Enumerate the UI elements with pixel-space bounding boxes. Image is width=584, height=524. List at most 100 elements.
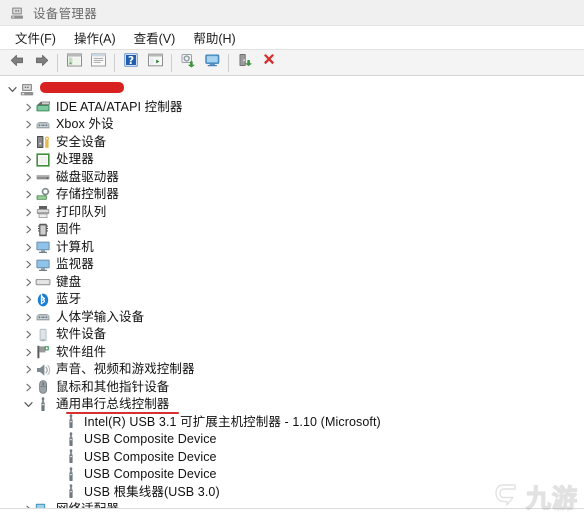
toolbar-forward[interactable] — [30, 52, 52, 74]
device-manager-icon — [9, 5, 25, 21]
tree-item-sound-video-game[interactable]: 声音、视频和游戏控制器 — [0, 361, 584, 379]
menu-action[interactable]: 操作(A) — [67, 25, 123, 50]
tree-item-firmware[interactable]: 固件 — [0, 221, 584, 239]
tree-item-label: 鼠标和其他指针设备 — [56, 379, 170, 394]
chevron-right-icon[interactable] — [22, 344, 35, 361]
tree-item-processor[interactable]: 处理器 — [0, 151, 584, 169]
storage-controller-icon — [35, 187, 51, 203]
tree-item-label: 人体学输入设备 — [56, 309, 145, 324]
tree-item-xbox-peripheral[interactable]: Xbox 外设 — [0, 116, 584, 134]
toolbar-properties[interactable] — [87, 52, 109, 74]
sound-video-game-icon — [35, 362, 51, 378]
chevron-right-icon[interactable] — [22, 186, 35, 203]
tree-item-usb-device[interactable]: USB Composite Device — [0, 449, 584, 467]
chevron-right-icon[interactable] — [22, 361, 35, 378]
annotation-redaction-bar — [40, 82, 124, 93]
toolbar-display-devices[interactable] — [144, 52, 166, 74]
chevron-down-icon[interactable] — [22, 396, 35, 413]
tree-item-software-device[interactable]: 软件设备 — [0, 326, 584, 344]
tree-item-label: USB Composite Device — [84, 449, 217, 464]
toolbar-uninstall-device[interactable] — [258, 52, 280, 74]
tree-item-bluetooth[interactable]: 蓝牙 — [0, 291, 584, 309]
chevron-down-icon[interactable] — [6, 81, 19, 98]
chevron-right-icon[interactable] — [22, 204, 35, 221]
scan-hardware-changes-icon — [180, 52, 197, 73]
tree-item-label: 固件 — [56, 222, 82, 237]
tree-item-label: 处理器 — [56, 152, 94, 167]
print-queue-icon — [35, 204, 51, 220]
device-tree[interactable]: IDE ATA/ATAPI 控制器 Xbox 外设 安全设备 处理器 磁盘驱动器… — [0, 77, 584, 508]
toolbar-update-driver[interactable] — [201, 52, 223, 74]
chevron-right-icon[interactable] — [22, 291, 35, 308]
computer-icon — [35, 239, 51, 255]
toolbar-separator — [228, 53, 229, 72]
chevron-right-icon[interactable] — [22, 116, 35, 133]
tree-item-label: USB 根集线器(USB 3.0) — [84, 484, 220, 499]
tree-item-network-adapter[interactable]: 网络适配器 — [0, 501, 584, 508]
tree-item-keyboard[interactable]: 键盘 — [0, 274, 584, 292]
chevron-right-icon[interactable] — [22, 169, 35, 186]
menu-view[interactable]: 查看(V) — [127, 25, 183, 50]
tree-item-usb-controller[interactable]: 通用串行总线控制器 — [0, 396, 584, 414]
show-hide-console-tree-icon — [66, 52, 83, 73]
chevron-right-icon[interactable] — [22, 256, 35, 273]
computer-root-icon — [19, 82, 35, 98]
window-title: 设备管理器 — [33, 7, 98, 21]
toolbar-separator — [57, 53, 58, 72]
security-device-icon — [35, 134, 51, 150]
toolbar-scan-changes[interactable] — [177, 52, 199, 74]
chevron-right-icon[interactable] — [22, 274, 35, 291]
tree-item-label: 计算机 — [56, 239, 94, 254]
software-component-icon — [35, 344, 51, 360]
tree-item-monitor[interactable]: 监视器 — [0, 256, 584, 274]
tree-item-label: 监视器 — [56, 257, 94, 272]
tree-item-hid[interactable]: 人体学输入设备 — [0, 309, 584, 327]
chevron-right-icon[interactable] — [22, 239, 35, 256]
chevron-right-icon[interactable] — [22, 134, 35, 151]
toolbar-help[interactable]: ? — [120, 52, 142, 74]
tree-item-usb-device[interactable]: USB Composite Device — [0, 466, 584, 484]
tree-item-ide-controller[interactable]: IDE ATA/ATAPI 控制器 — [0, 99, 584, 117]
tree-item-mouse[interactable]: 鼠标和其他指针设备 — [0, 379, 584, 397]
monitor-icon — [35, 257, 51, 273]
status-bar — [0, 508, 584, 524]
firmware-icon — [35, 222, 51, 238]
xbox-peripheral-icon — [35, 117, 51, 133]
tree-item-usb-root-hub[interactable]: USB 根集线器(USB 3.0) — [0, 484, 584, 502]
tree-item-computer[interactable]: 计算机 — [0, 239, 584, 257]
chevron-right-icon[interactable] — [22, 221, 35, 238]
hid-icon — [35, 309, 51, 325]
usb-device-icon — [63, 449, 79, 465]
tree-item-label: Intel(R) USB 3.1 可扩展主机控制器 - 1.10 (Micros… — [84, 414, 381, 429]
menu-help[interactable]: 帮助(H) — [186, 25, 242, 50]
tree-item-disk-drive[interactable]: 磁盘驱动器 — [0, 169, 584, 187]
tree-item-software-component[interactable]: 软件组件 — [0, 344, 584, 362]
chevron-right-icon[interactable] — [22, 309, 35, 326]
update-driver-icon — [204, 52, 221, 73]
menu-file[interactable]: 文件(F) — [8, 25, 63, 50]
tree-item-label: 打印队列 — [56, 204, 107, 219]
chevron-right-icon[interactable] — [22, 379, 35, 396]
usb-controller-icon — [35, 397, 51, 413]
forward-arrow-icon — [33, 53, 50, 73]
tree-item-security-device[interactable]: 安全设备 — [0, 134, 584, 152]
help-icon: ? — [123, 52, 139, 73]
toolbar-console-tree[interactable] — [63, 52, 85, 74]
chevron-right-icon[interactable] — [22, 501, 35, 508]
svg-text:?: ? — [128, 55, 134, 67]
toolbar-back[interactable] — [6, 52, 28, 74]
tree-item-label: 软件设备 — [56, 327, 107, 342]
chevron-right-icon[interactable] — [22, 99, 35, 116]
tree-item-storage-controller[interactable]: 存储控制器 — [0, 186, 584, 204]
properties-icon — [90, 52, 107, 73]
tree-item-print-queue[interactable]: 打印队列 — [0, 204, 584, 222]
software-device-icon — [35, 327, 51, 343]
chevron-right-icon[interactable] — [22, 151, 35, 168]
tree-item-usb-device[interactable]: USB Composite Device — [0, 431, 584, 449]
toolbar-enable-device[interactable] — [234, 52, 256, 74]
chevron-right-icon[interactable] — [22, 326, 35, 343]
display-devices-icon — [147, 52, 164, 73]
tree-item-usb-device[interactable]: Intel(R) USB 3.1 可扩展主机控制器 - 1.10 (Micros… — [0, 414, 584, 432]
enable-device-icon — [237, 52, 254, 73]
mouse-icon — [35, 379, 51, 395]
